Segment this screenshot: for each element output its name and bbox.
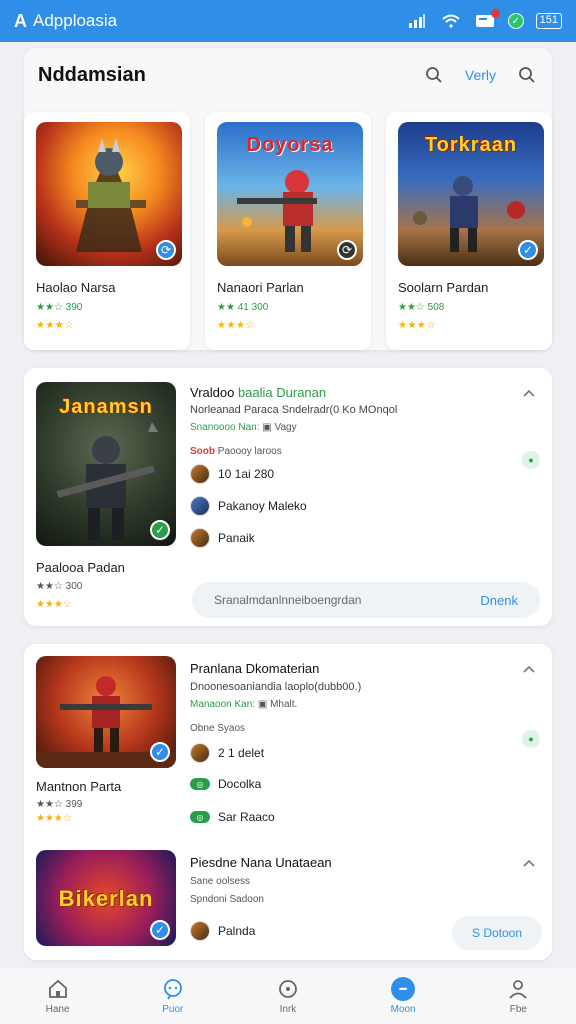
nav-profile[interactable]: Fbe [483,977,553,1015]
detail-description: Dnoonesoaniandia laoplo(dubb00.) [190,681,362,693]
avatar [190,464,210,484]
chat-icon [161,977,185,1001]
game-rating: ★★☆ 300 [36,581,83,592]
star-rating: ★★★☆ [36,320,74,331]
avatar [190,528,210,548]
detail-description: Norleanad Paraca Sndelradr(0 Ko MOnqol [190,404,398,416]
page-title: Nddamsian [38,64,146,86]
game-rating: ★★☆ 390 [36,302,83,313]
featured-section: Nddamsian Verly ⟳ Haolao Narsa ★★☆ 390 ★… [24,48,552,350]
game-name: Paalooa Padan [36,560,125,575]
detail-title: Piesdne Nana Unataean [190,855,332,870]
search-icon[interactable] [423,64,445,86]
game-name: Mantnon Parta [36,779,122,794]
search-submit-button[interactable]: Dnenk [480,593,518,608]
nav-inrk[interactable]: Inrk [253,977,323,1015]
chevron-up-icon[interactable] [520,854,538,872]
nav-moon[interactable]: ━ Moon [368,977,438,1015]
verify-link[interactable]: Verly [465,67,496,83]
game-rating: ★★ 41 300 [217,302,269,313]
verified-badge-icon: ⟳ [337,240,357,260]
list-item[interactable]: Panaik [190,528,255,548]
game-detail-card: ✓ Mantnon Parta ★★☆ 399 ★★★☆ Pranlana Dk… [24,644,552,960]
games-icon: ━ [391,977,416,1001]
status-badge-icon: ● [522,451,540,469]
action-button[interactable]: S Dotoon [452,916,543,950]
detail-meta: Manaoon Kan: ▣ Mhalt. [190,699,298,710]
verified-badge-icon: ✓ [150,742,170,762]
avatar [190,921,210,941]
avatar [190,496,210,516]
detail-tags: Soob Paoooy laroos [190,446,282,457]
chevron-up-icon[interactable] [520,384,538,402]
compass-icon [276,977,300,1001]
game-artwork: Doyorsa ⟳ [217,122,363,266]
nav-home[interactable]: Hane [23,977,93,1015]
verified-badge-icon: ✓ [150,520,170,540]
game-tile[interactable]: Doyorsa ⟳ Nanaori Parlan ★★ 41 300 ★★★☆ [205,112,371,350]
search-input[interactable]: Sranalmdanlnneiboengrdan Dnenk [192,582,540,618]
game-detail-card: Janamsn ✓ Paalooa Padan ★★☆ 300 ★★★☆ Vra… [24,368,552,626]
status-bar: A Adpploasia ✓ 151 [0,0,576,42]
verified-badge-icon: ⟳ [156,240,176,260]
profile-icon [506,977,530,1001]
list-item[interactable]: Palnda [190,921,255,941]
chevron-up-icon[interactable] [520,660,538,678]
app-logo: A [14,10,27,31]
list-item[interactable]: ◎ Sar Raaco [190,810,275,824]
toggle-icon: ◎ [190,778,210,790]
app-name: Adpploasia [33,11,118,30]
star-rating: ★★★☆ [398,320,436,331]
check-icon: ✓ [507,13,524,29]
verified-badge-icon: ✓ [150,920,170,940]
battery-indicator: 151 [535,13,562,29]
list-item[interactable]: 10 1ai 280 [190,464,274,484]
search-icon-secondary[interactable] [516,64,538,86]
game-artwork: Janamsn ✓ [36,382,176,546]
detail-line: Sane oolsess [190,876,251,887]
list-item[interactable]: Pakanoy Maleko [190,496,307,516]
game-artwork: ✓ [36,656,176,768]
wifi-icon [440,13,462,29]
bottom-navigation: Hane Puor Inrk ━ Moon Fbe [0,968,576,1024]
game-tile[interactable]: ⟳ Haolao Narsa ★★☆ 390 ★★★☆ [24,112,190,350]
home-icon [46,977,70,1001]
game-rating: ★★☆ 508 [398,302,445,313]
signal-icon [406,13,428,29]
star-rating: ★★★☆ [36,599,72,610]
star-rating: ★★★☆ [36,813,72,824]
detail-title: Pranlana Dkomaterian [190,661,320,676]
game-name: Haolao Narsa [36,280,116,295]
detail-title: Vraldoo baalia Duranan [190,385,327,400]
notification-icon[interactable] [474,9,500,29]
star-rating: ★★★☆ [217,320,255,331]
avatar [190,743,210,763]
game-rating: ★★☆ 399 [36,799,83,810]
game-artwork: Bikerlan ✓ [36,850,176,946]
game-name: Soolarn Pardan [398,280,489,295]
detail-meta: Snanoooo Nan: ▣ Vagy [190,422,297,433]
game-name: Nanaori Parlan [217,280,304,295]
toggle-icon: ◎ [190,811,210,823]
status-badge-icon: ● [522,730,540,748]
detail-line: Spndoni Sadoon [190,894,264,905]
list-item[interactable]: 2 1 delet [190,743,264,763]
game-artwork: Torkraan ✓ [398,122,544,266]
verified-badge-icon: ✓ [518,240,538,260]
list-item[interactable]: ◎ Docolka [190,777,261,791]
detail-sub: Obne Syaos [190,723,246,734]
game-tile[interactable]: Torkraan ✓ Soolarn Pardan ★★☆ 508 ★★★☆ [386,112,552,350]
game-art-title: Bikerlan [58,886,154,911]
nav-pour[interactable]: Puor [138,977,208,1015]
game-artwork: ⟳ [36,122,182,266]
